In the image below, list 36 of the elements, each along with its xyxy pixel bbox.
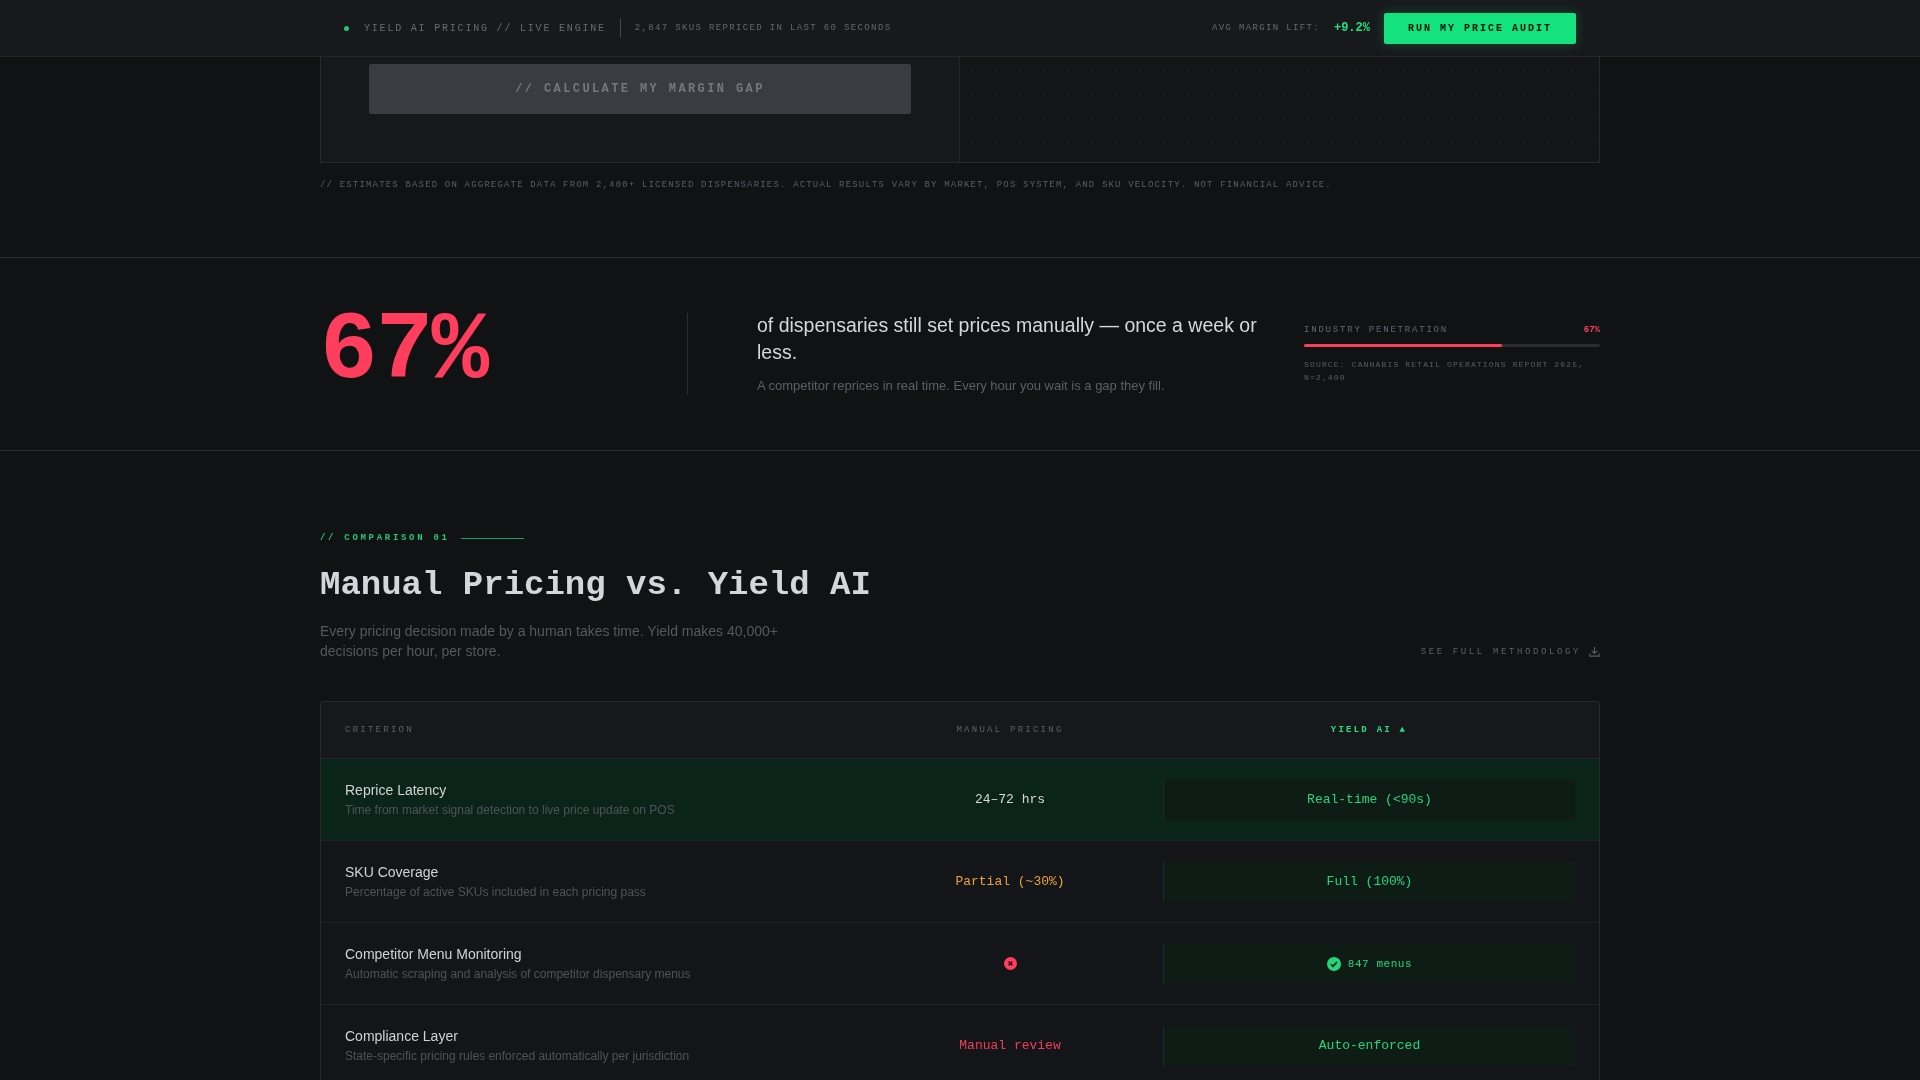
cross-icon [1003, 957, 1017, 970]
criterion-title: Competitor Menu Monitoring [345, 946, 522, 962]
yield-value: Real-time (<90s) [1307, 792, 1432, 807]
criterion-title: Reprice Latency [345, 782, 447, 798]
download-icon [1589, 646, 1600, 657]
criterion-description: Time from market signal detection to live price update on POS [345, 803, 675, 817]
methodology-link[interactable]: SEE FULL METHODOLOGY [1420, 646, 1600, 657]
yield-value: 847 menus [1347, 957, 1413, 970]
price-audit-button[interactable]: RUN MY PRICE AUDIT [1383, 12, 1576, 44]
disclaimer-text: // ESTIMATES BASED ON AGGREGATE DATA FROM 2,400+ LICENSED DISPENSARIES. ACTUAL RESULTS VARY BY MARKET, POS SYSTEM, AND SKU VELOCITY. NOT FINANCIAL ADVICE. [320, 180, 1333, 191]
brand-label: YIELD AI PRICING // LIVE ENGINE [364, 22, 606, 34]
column-header: YIELD AI ▲ [1330, 725, 1408, 735]
meter-reading: 67% [1583, 324, 1600, 335]
stat-headline: of dispensaries still set prices manually — once a week or less. [757, 313, 1258, 365]
meter-label: INDUSTRY PENETRATION [1304, 324, 1449, 335]
section-description: Every pricing decision made by a human takes time. Yield makes 40,000+ decisions per hour, per store. [320, 622, 779, 661]
column-header: CRITERION [345, 725, 414, 735]
column-header: MANUAL PRICING [956, 725, 1064, 735]
manual-value: Manual review [959, 1038, 1061, 1053]
stat-subtext: A competitor reprices in real time. Every hour you wait is a gap they fill. [757, 378, 1166, 393]
ticker-text: 2,847 SKUS REPRICED IN LAST 60 SECONDS [634, 23, 892, 33]
metric-value: +9.2% [1333, 21, 1370, 35]
yield-value: Full (100%) [1326, 874, 1413, 889]
stat-value: 67% [320, 304, 490, 400]
criterion-title: SKU Coverage [345, 864, 439, 880]
check-icon [1326, 956, 1341, 971]
yield-value: Auto-enforced [1318, 1038, 1421, 1053]
manual-value: Partial (~30%) [955, 874, 1065, 889]
criterion-description: Automatic scraping and analysis of competitor dispensary menus [345, 967, 691, 981]
metric-label: AVG MARGIN LIFT: [1211, 23, 1320, 33]
criterion-description: State-specific pricing rules enforced automatically per jurisdiction [345, 1049, 690, 1063]
section-title: Manual Pricing vs. Yield AI [320, 565, 872, 605]
manual-value: 24–72 hrs [974, 792, 1046, 807]
source-note: SOURCE: CANNABIS RETAIL OPERATIONS REPORT 2025, N=2,400 [1304, 358, 1586, 384]
criterion-title: Compliance Layer [345, 1028, 458, 1044]
section-eyebrow: // COMPARISON 01 [320, 533, 450, 544]
